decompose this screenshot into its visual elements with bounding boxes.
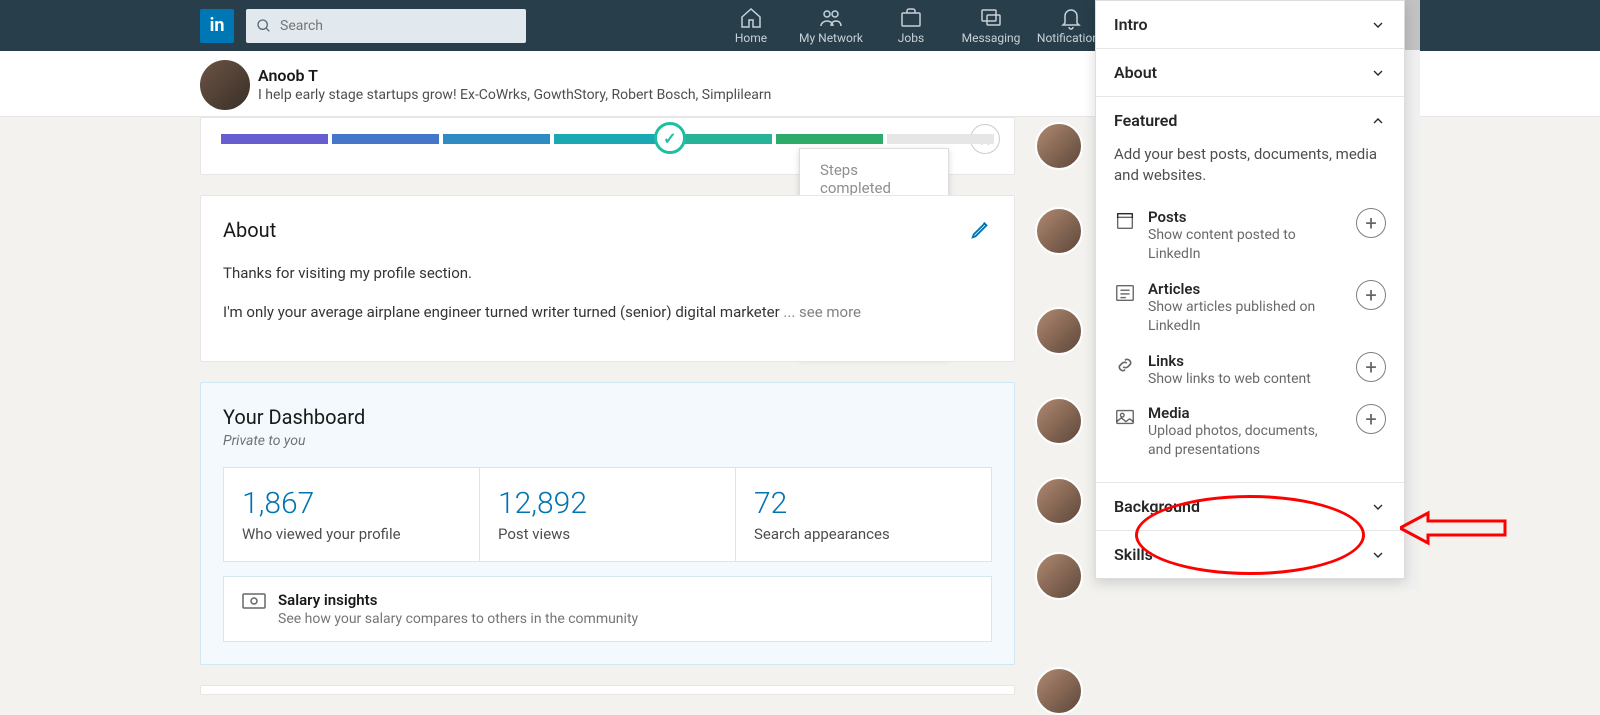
chevron-up-icon	[1370, 113, 1386, 129]
stat-post-views[interactable]: 12,892 Post views	[480, 468, 736, 561]
search-input[interactable]	[280, 18, 516, 34]
nav-network-label: My Network	[799, 31, 863, 45]
stat-label: Who viewed your profile	[242, 525, 461, 543]
search-icon	[256, 18, 272, 34]
profile-strength-card: ★ ✓ Steps completed Industry Location Ed…	[200, 117, 1015, 175]
person-avatar[interactable]	[1035, 207, 1083, 255]
item-title: Links	[1148, 352, 1344, 370]
nav-network[interactable]: My Network	[791, 0, 871, 51]
steps-title: Steps completed	[820, 161, 928, 197]
dashboard-stats: 1,867 Who viewed your profile 12,892 Pos…	[223, 467, 992, 562]
featured-description: Add your best posts, documents, media an…	[1114, 144, 1386, 186]
profile-name: Anoob T	[258, 66, 771, 85]
progress-segment	[443, 134, 550, 144]
messaging-icon	[979, 6, 1003, 30]
person-avatar[interactable]	[1035, 552, 1083, 600]
chevron-down-icon	[1370, 499, 1386, 515]
salary-insights-row[interactable]: Salary insights See how your salary comp…	[223, 576, 992, 642]
progress-segment	[887, 134, 994, 144]
dashboard-private-label: Private to you	[223, 433, 992, 449]
about-heading: About	[223, 218, 992, 242]
item-desc: Show content posted to LinkedIn	[1148, 226, 1344, 264]
chevron-down-icon	[1370, 17, 1386, 33]
media-icon	[1114, 406, 1136, 428]
item-desc: Upload photos, documents, and presentati…	[1148, 422, 1344, 460]
add-media-button[interactable]: +	[1356, 404, 1386, 434]
chevron-down-icon	[1370, 547, 1386, 563]
progress-segment	[221, 134, 328, 144]
stat-label: Post views	[498, 525, 717, 543]
featured-posts-row: PostsShow content posted to LinkedIn +	[1114, 200, 1386, 272]
featured-media-row: MediaUpload photos, documents, and prese…	[1114, 396, 1386, 468]
about-card: About Thanks for visiting my profile sec…	[200, 195, 1015, 362]
item-title: Posts	[1148, 208, 1344, 226]
featured-articles-row: ArticlesShow articles published on Linke…	[1114, 272, 1386, 344]
about-text-1: Thanks for visiting my profile section.	[223, 262, 992, 285]
nav-home-label: Home	[735, 31, 767, 45]
salary-desc: See how your salary compares to others i…	[278, 611, 638, 627]
progress-segment	[776, 134, 883, 144]
person-avatar[interactable]	[1035, 477, 1083, 525]
stat-search-appearances[interactable]: 72 Search appearances	[736, 468, 991, 561]
article-icon	[1114, 282, 1136, 304]
add-links-button[interactable]: +	[1356, 352, 1386, 382]
linkedin-logo[interactable]: in	[200, 9, 234, 43]
profile-avatar[interactable]	[200, 60, 250, 110]
about-text-2: I'm only your average airplane engineer …	[223, 301, 992, 324]
progress-bar: ✓	[221, 134, 994, 144]
featured-links-row: LinksShow links to web content +	[1114, 344, 1386, 397]
see-more-link[interactable]: ... see more	[783, 303, 861, 321]
home-icon	[739, 6, 763, 30]
stat-profile-views[interactable]: 1,867 Who viewed your profile	[224, 468, 480, 561]
item-desc: Show links to web content	[1148, 370, 1344, 389]
post-icon	[1114, 210, 1136, 232]
person-avatar[interactable]	[1035, 397, 1083, 445]
person-avatar[interactable]	[1035, 307, 1083, 355]
nav-home[interactable]: Home	[711, 0, 791, 51]
profile-headline: I help early stage startups grow! Ex-CoW…	[258, 87, 771, 103]
pencil-icon	[970, 218, 992, 240]
dropdown-scrollbar-track	[1404, 0, 1420, 590]
stat-number: 72	[754, 486, 973, 521]
item-desc: Show articles published on LinkedIn	[1148, 298, 1344, 336]
item-title: Media	[1148, 404, 1344, 422]
dd-section-featured[interactable]: Featured	[1096, 97, 1404, 144]
edit-about-button[interactable]	[970, 218, 992, 244]
nav-messaging-label: Messaging	[962, 31, 1021, 45]
people-icon	[819, 6, 843, 30]
person-avatar[interactable]	[1035, 122, 1083, 170]
next-card-peek	[200, 685, 1015, 695]
stat-number: 1,867	[242, 486, 461, 521]
briefcase-icon	[899, 6, 923, 30]
add-articles-button[interactable]: +	[1356, 280, 1386, 310]
dashboard-card: Your Dashboard Private to you 1,867 Who …	[200, 382, 1015, 665]
search-box[interactable]	[246, 9, 526, 43]
money-icon	[242, 593, 266, 611]
progress-segment	[554, 134, 661, 144]
progress-segment	[332, 134, 439, 144]
nav-jobs-label: Jobs	[898, 31, 924, 45]
stat-number: 12,892	[498, 486, 717, 521]
dashboard-heading: Your Dashboard	[223, 405, 992, 429]
bell-icon	[1059, 6, 1083, 30]
person-avatar[interactable]	[1035, 667, 1083, 715]
nav-jobs[interactable]: Jobs	[871, 0, 951, 51]
stat-label: Search appearances	[754, 525, 973, 543]
dd-section-background[interactable]: Background	[1096, 483, 1404, 530]
nav-messaging[interactable]: Messaging	[951, 0, 1031, 51]
salary-title: Salary insights	[278, 591, 638, 609]
progress-checkmark: ✓	[654, 122, 686, 154]
dd-section-intro[interactable]: Intro	[1096, 1, 1404, 48]
dd-section-about[interactable]: About	[1096, 49, 1404, 96]
add-section-dropdown: Intro About Featured Add your best posts…	[1095, 0, 1405, 579]
add-posts-button[interactable]: +	[1356, 208, 1386, 238]
dropdown-scrollbar-thumb[interactable]	[1404, 0, 1420, 50]
link-icon	[1114, 354, 1136, 376]
chevron-down-icon	[1370, 65, 1386, 81]
dd-section-skills[interactable]: Skills	[1096, 531, 1404, 578]
item-title: Articles	[1148, 280, 1344, 298]
